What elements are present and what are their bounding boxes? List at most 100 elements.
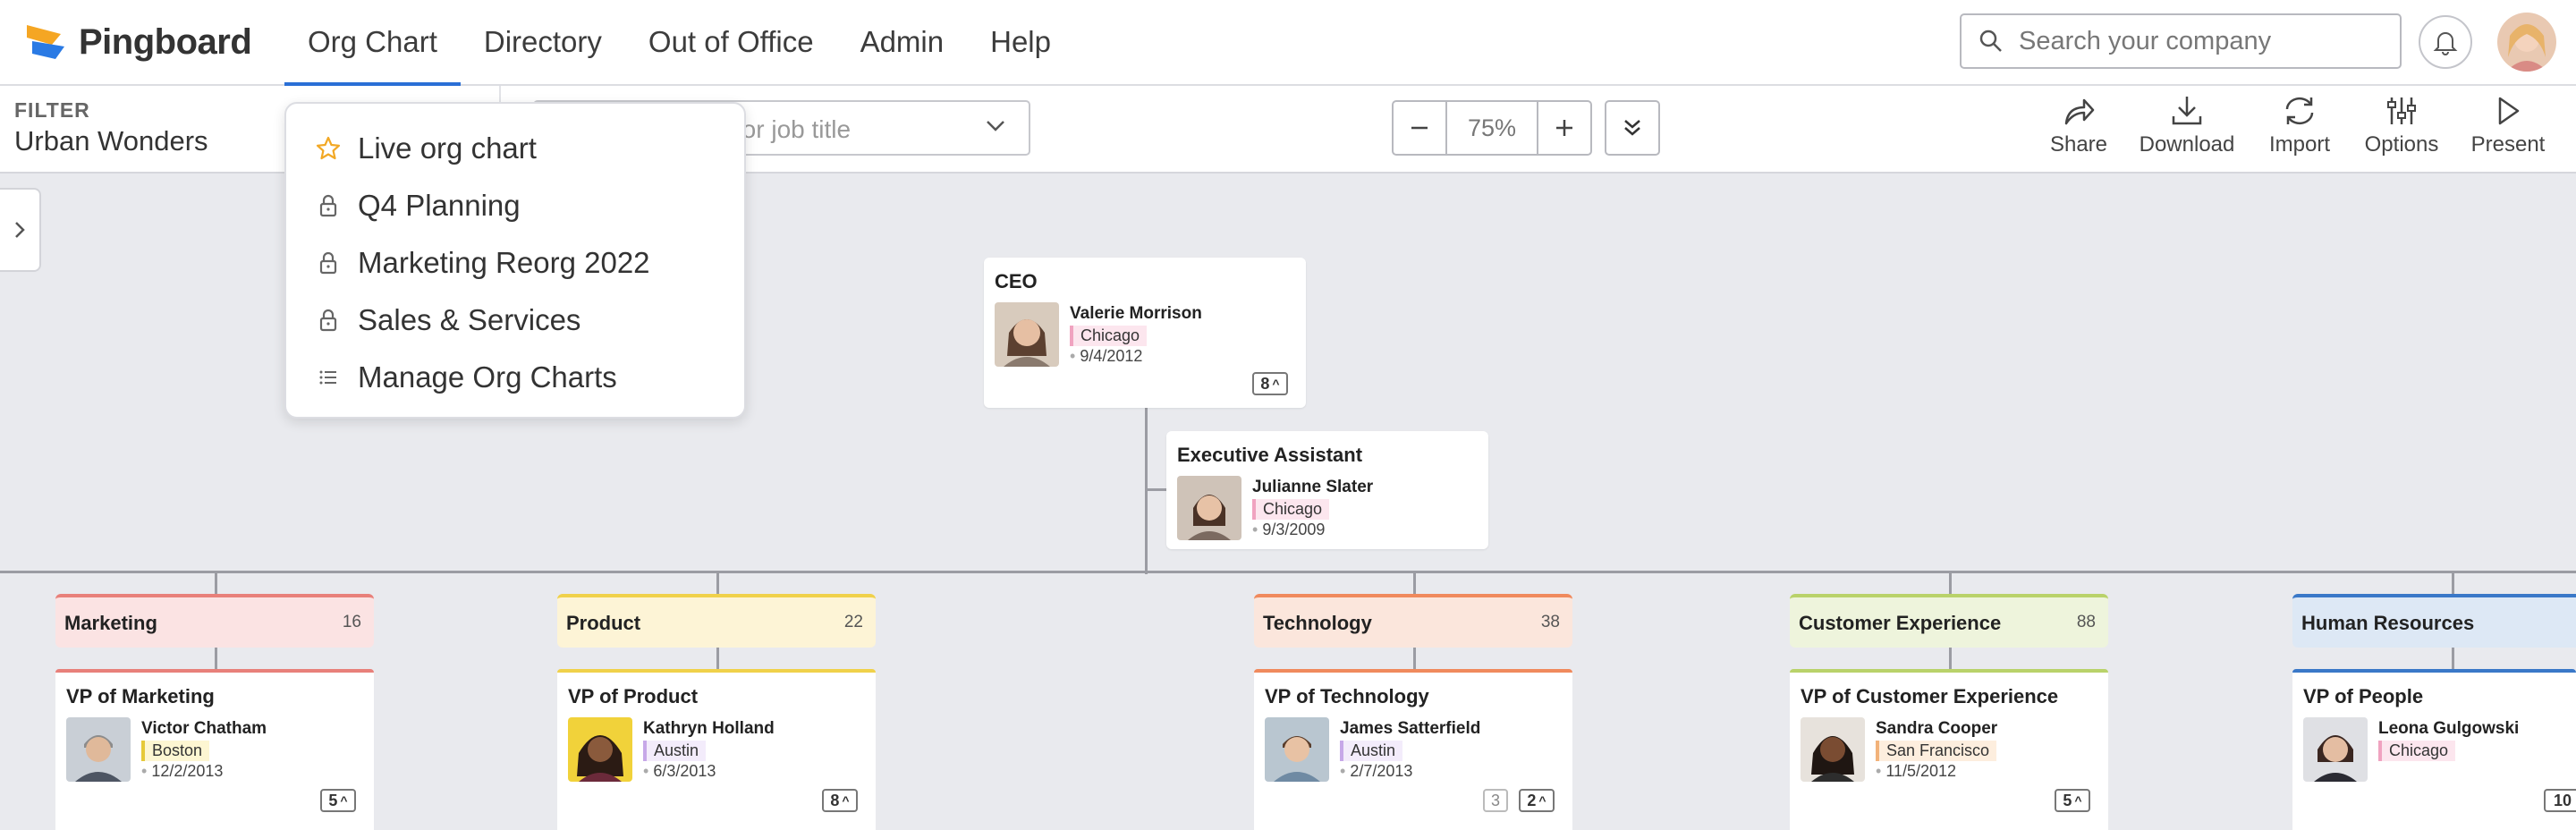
expand-all-button[interactable] xyxy=(1605,100,1660,156)
options-label: Options xyxy=(2364,132,2439,157)
company-search[interactable] xyxy=(1960,13,2402,69)
zoom-out-button[interactable] xyxy=(1392,100,1447,156)
menu-item-q4-planning[interactable]: Q4 Planning xyxy=(286,177,748,234)
reports-count: 5 xyxy=(2063,791,2072,809)
zoom-control: 75% xyxy=(1392,100,1592,156)
ceo-card[interactable]: CEO Valerie Morrison Chicago 9/4/2012 8^ xyxy=(984,258,1306,408)
start-date: 9/4/2012 xyxy=(1070,347,1142,366)
department-count: 22 xyxy=(843,613,863,631)
import-button[interactable]: Import xyxy=(2246,95,2353,157)
connector-vp-people xyxy=(2452,648,2454,671)
pingboard-logo[interactable]: Pingboard xyxy=(25,20,252,64)
location-tag: Chicago xyxy=(1070,326,1148,346)
lock-icon xyxy=(319,194,337,217)
menu-item-marketing-reorg-2022[interactable]: Marketing Reorg 2022 xyxy=(286,234,748,292)
avatar xyxy=(1801,717,1865,782)
plus-icon xyxy=(1556,120,1572,136)
vp-card-people[interactable]: VP of People Leona Gulgowski Chicago 10 xyxy=(2292,669,2576,830)
nav-admin[interactable]: Admin xyxy=(837,0,968,84)
menu-item-manage-org-charts[interactable]: Manage Org Charts xyxy=(286,349,748,406)
department-product[interactable]: Product 22 xyxy=(557,594,876,648)
nav-out-of-office[interactable]: Out of Office xyxy=(625,0,837,84)
nav-directory[interactable]: Directory xyxy=(461,0,625,84)
location-tag: Chicago xyxy=(2378,741,2456,761)
filter-label: FILTER xyxy=(14,98,90,122)
department-count: 16 xyxy=(342,613,361,631)
nav-help[interactable]: Help xyxy=(967,0,1074,84)
start-date: 2/7/2013 xyxy=(1340,762,1412,781)
vp-card-technology[interactable]: VP of Technology James Satterfield Austi… xyxy=(1254,669,1572,830)
import-label: Import xyxy=(2268,132,2330,157)
options-button[interactable]: Options xyxy=(2348,95,2455,157)
download-button[interactable]: Download xyxy=(2133,95,2241,157)
connector-vp-customer-experience xyxy=(1949,648,1952,671)
avatar xyxy=(1265,717,1329,782)
user-avatar[interactable] xyxy=(2497,13,2556,72)
secondary-reports-badge[interactable]: 3 xyxy=(1483,789,1508,812)
vp-card-marketing[interactable]: VP of Marketing Victor Chatham Boston 12… xyxy=(55,669,374,830)
nav-org-chart[interactable]: Org Chart xyxy=(284,0,461,86)
assistant-card[interactable]: Executive Assistant Julianne Slater Chic… xyxy=(1166,431,1488,549)
share-button[interactable]: Share xyxy=(2025,95,2132,157)
position-title: Executive Assistant xyxy=(1177,444,1363,466)
star-icon xyxy=(316,136,341,160)
location-tag: San Francisco xyxy=(1876,741,1997,761)
connector-assistant xyxy=(1147,488,1166,491)
reports-toggle[interactable]: 5 ^ xyxy=(320,789,356,812)
position-title: VP of Customer Experience xyxy=(1801,685,2059,707)
person-name: Julianne Slater xyxy=(1252,478,1374,496)
department-name: Human Resources xyxy=(2301,612,2475,634)
present-button[interactable]: Present xyxy=(2454,95,2562,157)
user-avatar-image xyxy=(2497,13,2556,72)
department-count: 38 xyxy=(1540,613,1560,631)
avatar xyxy=(568,717,632,782)
department-name: Product xyxy=(566,612,641,634)
minus-icon xyxy=(1411,126,1428,130)
vp-card-product[interactable]: VP of Product Kathryn Holland Austin 6/3… xyxy=(557,669,876,830)
share-label: Share xyxy=(2049,132,2108,157)
share-icon xyxy=(2064,98,2095,125)
app-name: Pingboard xyxy=(79,21,252,62)
menu-item-live-org-chart[interactable]: Live org chart xyxy=(286,120,748,177)
start-date: 11/5/2012 xyxy=(1876,762,1956,781)
connector-horizontal xyxy=(0,571,2576,573)
top-navigation-bar: Pingboard Org Chart Directory Out of Off… xyxy=(0,0,2576,86)
person-name: Victor Chatham xyxy=(141,719,267,738)
location-tag: Austin xyxy=(1340,741,1403,761)
reports-toggle[interactable]: 8 ^ xyxy=(1252,372,1288,395)
zoom-in-button[interactable] xyxy=(1537,100,1592,156)
list-icon xyxy=(319,370,336,385)
connector-vp-product xyxy=(716,648,719,671)
reports-toggle[interactable]: 5 ^ xyxy=(2055,789,2090,812)
person-name: Kathryn Holland xyxy=(643,719,775,738)
person-name: James Satterfield xyxy=(1340,719,1481,738)
start-date: 9/3/2009 xyxy=(1252,521,1325,539)
side-panel-toggle[interactable] xyxy=(0,188,41,272)
search-input[interactable] xyxy=(2017,25,2378,57)
position-title: CEO xyxy=(995,270,1038,292)
filter-value[interactable]: Urban Wonders xyxy=(14,125,208,157)
connector-ceo-trunk xyxy=(1145,408,1148,574)
secondary-reports-count: 3 xyxy=(1490,791,1500,809)
menu-item-label: Live org chart xyxy=(358,131,537,165)
reports-toggle[interactable]: 2 ^ xyxy=(1519,789,1555,812)
menu-item-sales-services[interactable]: Sales & Services xyxy=(286,292,748,349)
reports-toggle[interactable]: 8 ^ xyxy=(822,789,858,812)
position-title: VP of People xyxy=(2303,685,2424,707)
department-human-resources[interactable]: Human Resources xyxy=(2292,594,2576,648)
department-count: 88 xyxy=(2076,613,2096,631)
chevron-down-icon xyxy=(987,121,1004,131)
department-technology[interactable]: Technology 38 xyxy=(1254,594,1572,648)
reports-toggle[interactable]: 10 xyxy=(2544,789,2576,812)
menu-item-label: Q4 Planning xyxy=(358,189,521,222)
menu-item-label: Manage Org Charts xyxy=(358,360,617,394)
notifications-button[interactable] xyxy=(2419,15,2472,69)
department-customer-experience[interactable]: Customer Experience 88 xyxy=(1790,594,2108,648)
download-label: Download xyxy=(2139,132,2235,157)
position-title: VP of Technology xyxy=(1265,685,1429,707)
vp-card-customer-experience[interactable]: VP of Customer Experience Sandra Cooper … xyxy=(1790,669,2108,830)
position-title: VP of Product xyxy=(568,685,699,707)
position-title: VP of Marketing xyxy=(66,685,215,707)
menu-item-label: Marketing Reorg 2022 xyxy=(358,246,650,279)
department-marketing[interactable]: Marketing 16 xyxy=(55,594,374,648)
